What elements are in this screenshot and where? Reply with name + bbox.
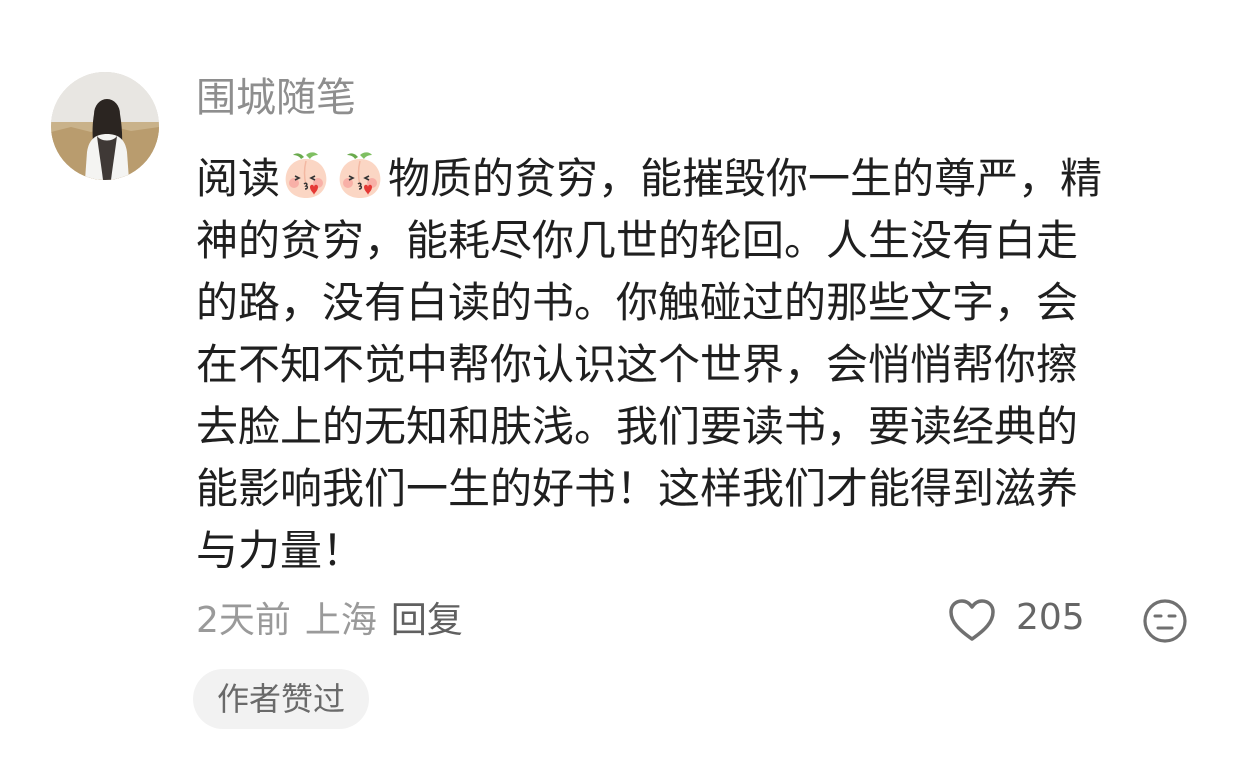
neutral-face-icon[interactable] — [1142, 598, 1188, 644]
comment-line: 与力量！ — [196, 526, 365, 575]
comment-text-segment: 阅读 — [196, 154, 281, 203]
peach-emoji-icon — [285, 152, 327, 198]
comment-line: 阅读 物质的贫穷，能摧毁你一生的尊严，精 — [196, 148, 1196, 210]
peach-emoji-icon — [339, 152, 381, 198]
comment-line: 能影响我们一生的好书！这样我们才能得到滋养 — [196, 464, 1079, 513]
username[interactable]: 围城随笔 — [196, 70, 356, 126]
author-liked-badge: 作者赞过 — [193, 669, 369, 729]
like-count: 205 — [1016, 597, 1085, 638]
comment-time: 2天前 — [196, 600, 291, 641]
avatar[interactable] — [51, 72, 159, 180]
comment-text-segment: 物质的贫穷，能摧毁你一生的尊严，精 — [388, 154, 1103, 203]
comment-line: 神的贫穷，能耗尽你几世的轮回。人生没有白走 — [196, 216, 1079, 265]
comment-line: 去脸上的无知和肤浅。我们要读书，要读经典的 — [196, 402, 1079, 451]
reply-button[interactable]: 回复 — [391, 600, 463, 641]
comment-line: 的路，没有白读的书。你触碰过的那些文字，会 — [196, 278, 1079, 327]
comment-meta: 2天前 上海 回复 — [196, 596, 477, 646]
comment-line: 在不知不觉中帮你认识这个世界，会悄悄帮你擦 — [196, 340, 1079, 389]
comment-location: 上海 — [304, 600, 377, 641]
comment-text: 阅读 物质的贫穷，能摧毁你一生的尊严，精 神的贫穷，能耗尽你几世的轮回。人生没有白… — [196, 148, 1196, 582]
heart-icon[interactable] — [947, 597, 997, 643]
